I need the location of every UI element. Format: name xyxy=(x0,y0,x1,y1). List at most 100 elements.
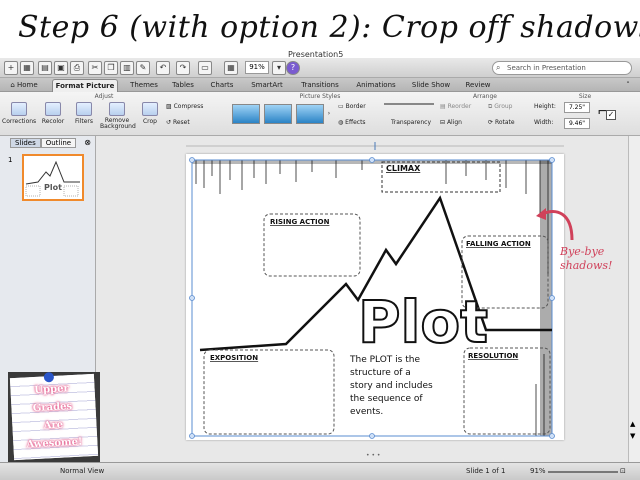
remove-background-label: Remove Background xyxy=(100,117,136,130)
reorder-button[interactable]: ▤ Reorder xyxy=(440,103,486,110)
insert-icon[interactable]: ▭ xyxy=(198,61,212,75)
slide-thumbnail[interactable]: Plot xyxy=(22,154,84,201)
pushpin-icon xyxy=(43,371,55,383)
group-size-label: Size xyxy=(578,93,592,100)
rotate-icon: ⟳ xyxy=(488,119,495,126)
print-icon[interactable]: ⎙ xyxy=(70,61,84,75)
caption-title: Step 6 (with option 2): Crop off shadows… xyxy=(18,10,640,45)
recolor-icon xyxy=(45,102,61,116)
grid-icon[interactable]: ▦ xyxy=(20,61,34,75)
status-bar: Normal View Slide 1 of 1 91% ⊡ xyxy=(0,462,640,480)
group-adjust-label: Adjust xyxy=(94,93,114,100)
new-icon[interactable]: + xyxy=(4,61,18,75)
plot-description: The PLOT is the structure of a story and… xyxy=(349,355,436,417)
vertical-scrollbar[interactable]: ▲ ▼ xyxy=(628,136,640,462)
border-button[interactable]: ▭ Border xyxy=(338,103,388,110)
plot-description-line-5: events. xyxy=(350,407,383,417)
paste-icon[interactable]: ▥ xyxy=(120,61,134,75)
zoom-dropdown-icon[interactable]: ▾ xyxy=(272,61,286,75)
slides-panel-tabs: Slides Outline ⊗ xyxy=(10,138,91,148)
height-field[interactable]: 7.25" xyxy=(564,102,590,113)
copy-icon[interactable]: ❐ xyxy=(104,61,118,75)
crop-button[interactable]: Crop xyxy=(138,102,162,125)
format-painter-icon[interactable]: ✎ xyxy=(136,61,150,75)
undo-icon[interactable]: ↶ xyxy=(156,61,170,75)
slide-canvas: CLIMAX RISING ACTION FALLING ACTION EXPO… xyxy=(96,136,628,462)
group-button[interactable]: ⧉ Group xyxy=(488,103,532,111)
slide[interactable]: CLIMAX RISING ACTION FALLING ACTION EXPO… xyxy=(186,154,564,440)
ribbon: Adjust Picture Styles Arrange Size Corre… xyxy=(0,92,640,136)
reset-button[interactable]: ↺ Reset xyxy=(166,119,212,126)
save-icon[interactable]: ▣ xyxy=(54,61,68,75)
ruler xyxy=(186,142,564,150)
border-label: Border xyxy=(345,103,366,110)
recolor-label: Recolor xyxy=(41,118,65,125)
zoom-field[interactable]: 91% xyxy=(245,61,269,74)
picture-style-3[interactable] xyxy=(296,104,324,124)
picture-style-1[interactable] xyxy=(232,104,260,124)
tab-home[interactable]: ⌂ Home xyxy=(2,79,46,92)
tab-themes[interactable]: Themes xyxy=(124,79,164,92)
picture-style-2[interactable] xyxy=(264,104,292,124)
tab-review[interactable]: Review xyxy=(460,79,496,92)
tab-outline[interactable]: Outline xyxy=(40,138,77,148)
sticky-paper: Upper Grades Are Awesome! xyxy=(9,371,99,461)
sticky-line-2: Grades xyxy=(32,401,73,415)
sticky-line-1: Upper xyxy=(34,383,69,396)
tab-format-picture[interactable]: Format Picture xyxy=(52,79,118,92)
reorder-label: Reorder xyxy=(447,103,472,110)
reset-icon: ↺ xyxy=(166,119,173,126)
splitter-handle[interactable]: • • • xyxy=(366,452,380,459)
help-icon[interactable]: ? xyxy=(286,61,300,75)
tab-slide-show[interactable]: Slide Show xyxy=(406,79,456,92)
redo-icon[interactable]: ↷ xyxy=(176,61,190,75)
search-icon: ⌕ xyxy=(496,63,501,72)
filters-icon xyxy=(76,102,92,116)
view-mode: Normal View xyxy=(60,467,105,475)
compress-label: Compress xyxy=(173,103,204,110)
compress-button[interactable]: ▨ Compress xyxy=(166,103,212,110)
tab-animations[interactable]: Animations xyxy=(350,79,402,92)
width-field[interactable]: 9.46" xyxy=(564,118,590,129)
rotate-button[interactable]: ⟳ Rotate xyxy=(488,119,532,126)
tab-home-label: Home xyxy=(17,81,38,89)
align-label: Align xyxy=(446,119,462,126)
tab-smartart[interactable]: SmartArt xyxy=(244,79,290,92)
plot-diagram-picture[interactable]: CLIMAX RISING ACTION FALLING ACTION EXPO… xyxy=(186,154,564,440)
compress-icon: ▨ xyxy=(166,103,174,110)
home-icon: ⌂ xyxy=(10,81,17,89)
sticky-line-4: Awesome! xyxy=(26,436,83,451)
scroll-up-icon[interactable]: ▲ xyxy=(630,420,635,428)
tab-tables[interactable]: Tables xyxy=(166,79,200,92)
tab-slides[interactable]: Slides xyxy=(10,138,41,148)
align-button[interactable]: ⊟ Align xyxy=(440,119,486,126)
ribbon-collapse-icon[interactable]: ˄ xyxy=(620,79,636,92)
effects-label: Effects xyxy=(345,119,366,126)
filters-button[interactable]: Filters xyxy=(70,102,98,125)
recolor-button[interactable]: Recolor xyxy=(38,102,68,125)
fit-window-icon[interactable]: ⊡ xyxy=(620,463,626,480)
corrections-button[interactable]: Corrections xyxy=(2,102,36,125)
exposition-box xyxy=(203,349,335,435)
open-icon[interactable]: ▤ xyxy=(38,61,52,75)
zoom-slider[interactable] xyxy=(548,471,618,473)
tab-charts[interactable]: Charts xyxy=(204,79,240,92)
quick-access-toolbar: + ▦ ▤ ▣ ⎙ ✂ ❐ ▥ ✎ ↶ ↷ ▭ ▦ 91% ▾ ? ⌕ Sear… xyxy=(0,58,640,78)
styles-more-icon[interactable]: › xyxy=(324,110,334,117)
thumbnail-preview: Plot xyxy=(25,160,80,197)
transparency-slider[interactable] xyxy=(384,103,434,107)
group-picture-styles-label: Picture Styles xyxy=(299,93,341,100)
transparency-label: Transparency xyxy=(390,119,432,126)
corrections-label: Corrections xyxy=(2,118,37,125)
gallery-icon[interactable]: ▦ xyxy=(224,61,238,75)
lock-aspect-checkbox[interactable]: ✓ xyxy=(606,110,616,120)
tab-transitions[interactable]: Transitions xyxy=(294,79,346,92)
plot-description-line-2: structure of a xyxy=(350,368,411,378)
cut-icon[interactable]: ✂ xyxy=(88,61,102,75)
remove-background-button[interactable]: Remove Background xyxy=(100,102,136,130)
falling-action-label: FALLING ACTION xyxy=(466,240,531,248)
effects-button[interactable]: ◍ Effects xyxy=(338,119,388,126)
scroll-down-icon[interactable]: ▼ xyxy=(630,432,635,440)
close-panel-icon[interactable]: ⊗ xyxy=(84,138,91,147)
search-input[interactable]: ⌕ Search in Presentation xyxy=(492,61,632,75)
